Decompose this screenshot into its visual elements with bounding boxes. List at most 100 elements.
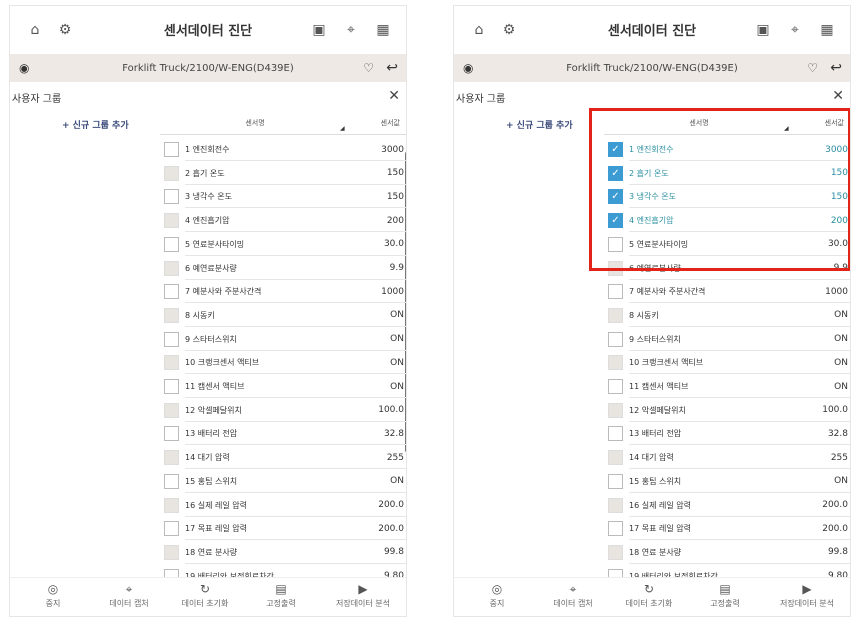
row-checkbox[interactable] — [608, 284, 623, 300]
capture-icon[interactable]: ⌖ — [784, 19, 806, 41]
table-row[interactable]: 7 예분사와 주분사간격 1000 — [160, 280, 406, 304]
table-row[interactable]: 8 시동키 ON — [160, 304, 406, 327]
row-checkbox[interactable] — [608, 379, 623, 394]
reset-button[interactable]: ↻ 데이터 초기화 — [614, 582, 684, 609]
add-group-button[interactable]: + 신규 그룹 추가 — [506, 118, 573, 131]
table-row[interactable]: 18 연료 분사량 99.8 — [604, 541, 850, 564]
reset-button[interactable]: ↻ 데이터 초기화 — [170, 582, 240, 609]
selection-highlight — [589, 108, 850, 271]
table-row[interactable]: 14 대기 압력 255 — [604, 446, 850, 470]
row-checkbox[interactable] — [608, 497, 623, 513]
row-checkbox[interactable] — [608, 426, 623, 442]
column-sensor-value[interactable]: 센서값 — [381, 118, 400, 128]
table-row[interactable]: 7 예분사와 주분사간격 1000 — [604, 280, 850, 304]
row-checkbox[interactable] — [608, 521, 623, 537]
stop-button[interactable]: ◎ 중지 — [18, 582, 88, 609]
sensor-value: 200.0 — [378, 523, 404, 534]
table-row[interactable]: 15 홍팁 스위치 ON — [604, 470, 850, 493]
table-row[interactable]: 10 크랭크센서 액티브 ON — [604, 351, 850, 375]
row-checkbox[interactable] — [164, 165, 179, 181]
row-checkbox[interactable] — [164, 379, 179, 394]
table-row[interactable]: 2 흡기 온도 150 — [160, 162, 406, 185]
table-row[interactable]: 9 스타터스위치 ON — [604, 328, 850, 351]
row-checkbox[interactable] — [608, 307, 623, 323]
sensor-name: 4 엔진흡기압 — [185, 216, 230, 226]
row-checkbox[interactable] — [164, 544, 179, 560]
row-checkbox[interactable] — [164, 236, 179, 252]
saved-analysis-button[interactable]: ▶ 저장데이터 분석 — [328, 582, 398, 609]
table-row[interactable]: 1 엔진회전수 3000 — [160, 138, 406, 161]
sensor-value: 100.0 — [822, 405, 848, 416]
row-checkbox[interactable] — [608, 544, 623, 560]
table-row[interactable]: 4 엔진흡기압 200 — [160, 209, 406, 233]
row-checkbox[interactable] — [164, 497, 179, 513]
close-icon[interactable]: ✕ — [388, 88, 400, 104]
grid-menu-icon[interactable]: ▦ — [372, 19, 394, 41]
row-checkbox[interactable] — [608, 355, 623, 371]
sensor-name: 7 예분사와 주분사간격 — [185, 287, 262, 297]
table-row[interactable]: 6 예연료분사량 9.9 — [160, 257, 406, 280]
heartbeat-icon[interactable]: ♡ — [363, 61, 374, 75]
row-checkbox[interactable] — [164, 521, 179, 537]
sensor-name: 6 예연료분사량 — [185, 263, 237, 273]
document-icon: ▤ — [275, 582, 287, 596]
heartbeat-icon[interactable]: ♡ — [807, 61, 818, 75]
row-checkbox[interactable] — [164, 355, 179, 371]
table-row[interactable]: 12 악셀페달위치 100.0 — [160, 399, 406, 422]
back-icon[interactable]: ↩ — [830, 60, 842, 76]
sensor-name: 18 연료 분사량 — [185, 547, 238, 557]
row-checkbox[interactable] — [608, 450, 623, 466]
table-row[interactable]: 13 배터리 전압 32.8 — [160, 422, 406, 446]
row-checkbox[interactable] — [164, 450, 179, 466]
row-checkbox[interactable] — [164, 213, 179, 229]
row-checkbox[interactable] — [164, 284, 179, 300]
capture-icon[interactable]: ⌖ — [340, 19, 362, 41]
capture-button[interactable]: ⌖ 데이터 캡처 — [94, 582, 164, 609]
row-checkbox[interactable] — [164, 189, 179, 205]
add-group-button[interactable]: + 신규 그룹 추가 — [62, 118, 129, 131]
row-checkbox[interactable] — [608, 402, 623, 418]
row-checkbox[interactable] — [608, 473, 623, 489]
table-row[interactable]: 17 목표 레일 압력 200.0 — [604, 517, 850, 541]
vehicle-bar: ◉ Forklift Truck/2100/W-ENG(D439E) ♡ ↩ — [10, 54, 406, 82]
table-row[interactable]: 16 실제 레일 압력 200.0 — [160, 494, 406, 517]
row-checkbox[interactable] — [164, 426, 179, 442]
sensor-value: 150 — [386, 168, 404, 179]
row-checkbox[interactable] — [608, 331, 623, 347]
table-row[interactable]: 13 배터리 전압 32.8 — [604, 422, 850, 446]
row-checkbox[interactable] — [164, 473, 179, 489]
row-checkbox[interactable] — [164, 331, 179, 347]
column-sensor-name[interactable]: 센서명 — [160, 118, 350, 128]
table-row[interactable]: 18 연료 분사량 99.8 — [160, 541, 406, 564]
table-row[interactable]: 10 크랭크센서 액티브 ON — [160, 351, 406, 375]
table-row[interactable]: 16 실제 레일 압력 200.0 — [604, 494, 850, 517]
sensor-value: 99.8 — [827, 547, 848, 558]
user-group-label: 사용자 그룹 — [12, 94, 62, 105]
sensor-name: 2 흡기 온도 — [185, 168, 225, 178]
row-checkbox[interactable] — [164, 307, 179, 323]
table-row[interactable]: 11 캠센서 액티브 ON — [604, 375, 850, 398]
capture-button[interactable]: ⌖ 데이터 캡처 — [538, 582, 608, 609]
fixed-output-button[interactable]: ▤ 고정출력 — [690, 582, 760, 609]
stop-button[interactable]: ◎ 중지 — [462, 582, 532, 609]
battery-icon[interactable]: ▣ — [308, 19, 330, 41]
table-row[interactable]: 9 스타터스위치 ON — [160, 328, 406, 351]
back-icon[interactable]: ↩ — [386, 60, 398, 76]
fixed-output-button[interactable]: ▤ 고정출력 — [246, 582, 316, 609]
table-row[interactable]: 5 연료분사타이밍 30.0 — [160, 233, 406, 256]
saved-analysis-button[interactable]: ▶ 저장데이터 분석 — [772, 582, 842, 609]
table-row[interactable]: 11 캠센서 액티브 ON — [160, 375, 406, 398]
table-row[interactable]: 15 홍팁 스위치 ON — [160, 470, 406, 493]
battery-icon[interactable]: ▣ — [752, 19, 774, 41]
grid-menu-icon[interactable]: ▦ — [816, 19, 838, 41]
table-row[interactable]: 12 악셀페달위치 100.0 — [604, 399, 850, 422]
table-row[interactable]: 8 시동키 ON — [604, 304, 850, 327]
table-row[interactable]: 14 대기 압력 255 — [160, 446, 406, 470]
table-row[interactable]: 3 냉각수 온도 150 — [160, 185, 406, 209]
close-icon[interactable]: ✕ — [832, 88, 844, 104]
row-checkbox[interactable] — [164, 260, 179, 276]
row-checkbox[interactable] — [164, 402, 179, 418]
sort-icon[interactable]: ◢ — [340, 125, 345, 132]
table-row[interactable]: 17 목표 레일 압력 200.0 — [160, 517, 406, 541]
row-checkbox[interactable] — [164, 142, 179, 157]
